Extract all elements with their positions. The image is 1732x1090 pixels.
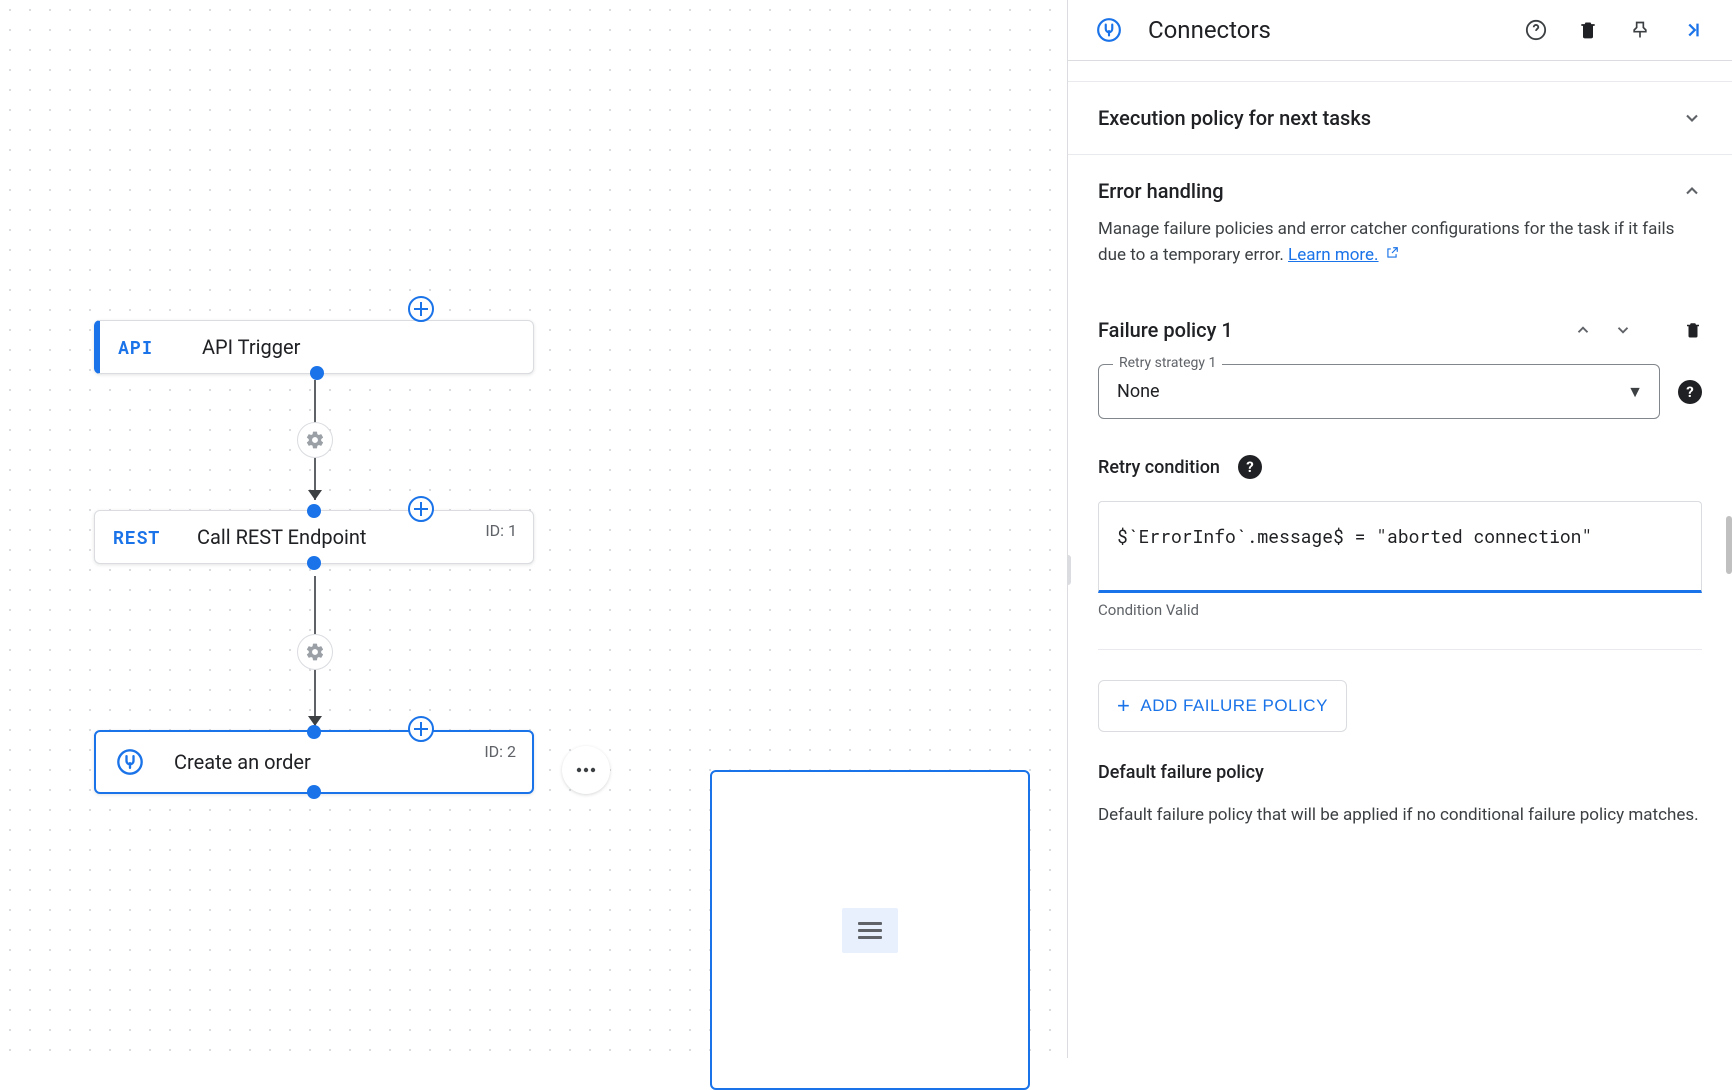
sidebar-header: Connectors — [1068, 0, 1732, 61]
gear-icon[interactable] — [297, 422, 333, 458]
node-create-order[interactable]: Create an order ID: 2 — [94, 730, 534, 794]
section-execution-policy: Execution policy for next tasks — [1068, 81, 1732, 155]
select-value: None — [1117, 381, 1160, 402]
drag-handle-icon[interactable] — [842, 908, 898, 953]
chevron-up-icon — [1682, 181, 1702, 201]
port-in[interactable] — [307, 725, 321, 739]
move-down-icon[interactable] — [1614, 321, 1632, 339]
connector-icon — [1096, 16, 1124, 44]
rest-badge: REST — [113, 525, 169, 549]
help-icon[interactable] — [1524, 18, 1548, 42]
help-tooltip-icon[interactable]: ? — [1678, 380, 1702, 404]
failure-policy-block: Failure policy 1 Retry strategy 1 None ▼… — [1068, 292, 1732, 829]
pin-icon[interactable] — [1628, 18, 1652, 42]
button-label: ADD FAILURE POLICY — [1140, 696, 1328, 716]
divider — [1098, 649, 1702, 650]
connector-icon — [114, 746, 146, 778]
section-toggle[interactable]: Error handling — [1098, 179, 1702, 203]
default-failure-policy-title: Default failure policy — [1098, 762, 1702, 783]
node-id-label: ID: 2 — [484, 742, 516, 761]
move-up-icon[interactable] — [1574, 321, 1592, 339]
section-toggle[interactable]: Execution policy for next tasks — [1098, 106, 1702, 130]
retry-strategy-select[interactable]: Retry strategy 1 None ▼ — [1098, 364, 1660, 419]
help-tooltip-icon[interactable]: ? — [1238, 455, 1262, 479]
sidebar-title: Connectors — [1148, 16, 1524, 44]
add-icon[interactable] — [408, 716, 434, 742]
port-out[interactable] — [307, 556, 321, 570]
node-rest-endpoint[interactable]: REST Call REST Endpoint ID: 1 — [94, 510, 534, 564]
api-badge: API — [118, 335, 174, 359]
floating-panel[interactable] — [710, 770, 1030, 1090]
condition-status: Condition Valid — [1098, 601, 1702, 619]
plus-icon: + — [1117, 693, 1130, 719]
failure-policy-title: Failure policy 1 — [1098, 318, 1574, 342]
workflow-canvas[interactable]: API API Trigger REST Call REST Endpoint … — [0, 0, 1067, 1058]
scroll-indicator — [1067, 555, 1071, 585]
section-error-handling: Error handling Manage failure policies a… — [1068, 155, 1732, 292]
node-title: Create an order — [174, 750, 311, 774]
delete-policy-icon[interactable] — [1684, 320, 1702, 340]
port-out[interactable] — [307, 785, 321, 799]
retry-condition-label: Retry condition — [1098, 457, 1220, 478]
node-title: API Trigger — [202, 335, 300, 359]
chevron-down-icon — [1682, 108, 1702, 128]
sidebar-panel: Connectors Execution policy for next tas… — [1067, 0, 1732, 1058]
external-link-icon — [1382, 248, 1399, 264]
section-title: Error handling — [1098, 179, 1224, 203]
arrow-icon — [308, 490, 322, 500]
retry-condition-input[interactable]: $`ErrorInfo`.message$ = "aborted connect… — [1098, 501, 1702, 593]
default-failure-policy-desc: Default failure policy that will be appl… — [1098, 803, 1702, 829]
node-api-trigger[interactable]: API API Trigger — [94, 320, 534, 374]
caret-down-icon: ▼ — [1627, 382, 1643, 402]
add-failure-policy-button[interactable]: + ADD FAILURE POLICY — [1098, 680, 1347, 732]
node-id-label: ID: 1 — [485, 521, 517, 540]
gear-icon[interactable] — [297, 634, 333, 670]
more-menu-button[interactable] — [562, 746, 610, 794]
node-title: Call REST Endpoint — [197, 525, 366, 549]
select-label: Retry strategy 1 — [1113, 355, 1222, 371]
learn-more-link[interactable]: Learn more. — [1288, 245, 1379, 265]
section-description: Manage failure policies and error catche… — [1098, 217, 1702, 268]
collapse-icon[interactable] — [1680, 18, 1704, 42]
delete-icon[interactable] — [1576, 18, 1600, 42]
section-title: Execution policy for next tasks — [1098, 106, 1371, 130]
port-out[interactable] — [310, 366, 324, 380]
add-icon[interactable] — [408, 296, 434, 322]
add-icon[interactable] — [408, 496, 434, 522]
scrollbar-thumb[interactable] — [1726, 516, 1732, 574]
port-in[interactable] — [307, 504, 321, 518]
